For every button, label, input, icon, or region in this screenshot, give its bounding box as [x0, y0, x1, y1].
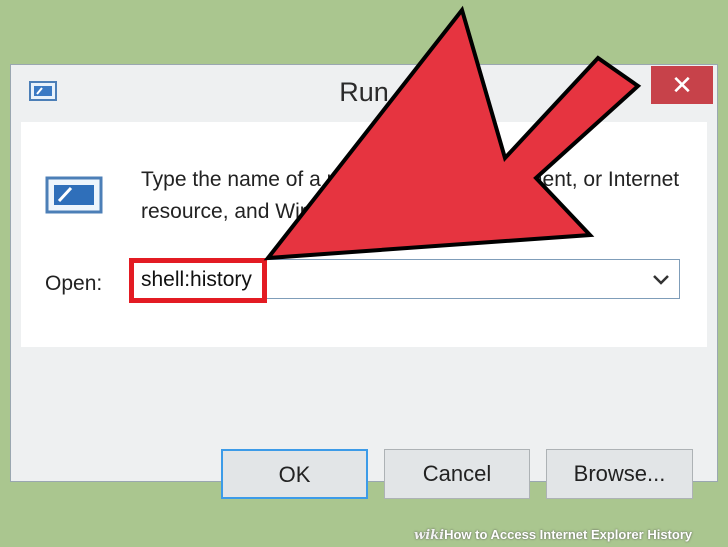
- open-label: Open:: [45, 272, 103, 295]
- window-title: Run: [339, 77, 389, 107]
- run-program-icon: [45, 176, 103, 214]
- browse-button[interactable]: Browse...: [546, 449, 693, 499]
- article-title: How to Access Internet Explorer History: [444, 527, 693, 542]
- wikihow-brand: wiki: [414, 528, 445, 543]
- chevron-down-icon[interactable]: [647, 266, 675, 292]
- ok-button[interactable]: OK: [221, 449, 368, 499]
- highlight-box: [129, 258, 267, 303]
- title-bar[interactable]: Run ✕: [11, 65, 717, 121]
- dialog-content: Type the name of a program, folder, docu…: [21, 122, 707, 347]
- cancel-button[interactable]: Cancel: [384, 449, 530, 499]
- article-footer: wikiHow to Access Internet Explorer Hist…: [402, 523, 728, 546]
- close-button[interactable]: ✕: [651, 66, 713, 104]
- dialog-description: Type the name of a program, folder, docu…: [141, 168, 680, 223]
